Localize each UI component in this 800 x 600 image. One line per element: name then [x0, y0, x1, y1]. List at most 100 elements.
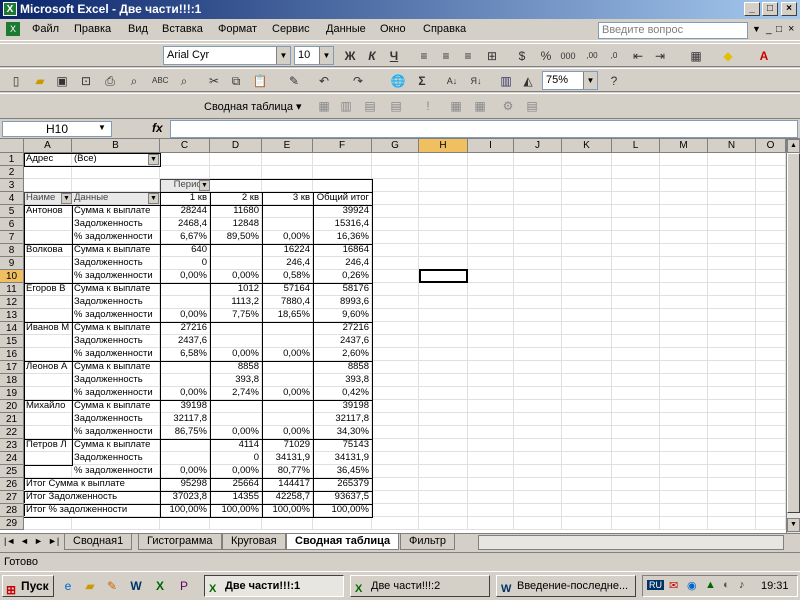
grid-cell[interactable]	[313, 153, 372, 166]
grid-cell[interactable]	[660, 218, 708, 231]
grid-cell[interactable]	[562, 413, 612, 426]
field-list-icon[interactable]: ▤	[524, 98, 540, 114]
grid-cell[interactable]: 2,60%	[313, 348, 372, 361]
grid-cell[interactable]	[562, 309, 612, 322]
grid-cell[interactable]: 0	[210, 452, 262, 465]
grid-cell[interactable]	[708, 231, 756, 244]
grid-cell[interactable]: 144417	[262, 478, 313, 491]
grid-cell[interactable]	[419, 452, 468, 465]
row-header[interactable]: 20	[0, 400, 24, 413]
grid-cell[interactable]	[708, 153, 756, 166]
copy-icon[interactable]: ⧉	[228, 73, 244, 89]
grid-cell[interactable]	[24, 309, 72, 322]
row-header[interactable]: 11	[0, 283, 24, 296]
grid-cell[interactable]	[514, 426, 562, 439]
column-header-d[interactable]: D	[210, 139, 262, 153]
column-header-f[interactable]: F	[313, 139, 372, 153]
row-header[interactable]: 19	[0, 387, 24, 400]
grid-cell[interactable]	[419, 166, 468, 179]
grid-cell[interactable]	[419, 478, 468, 491]
grid-cell[interactable]	[514, 205, 562, 218]
grid-cell[interactable]: Егоров В	[24, 283, 72, 296]
grid-cell[interactable]	[612, 309, 660, 322]
grid-cell[interactable]	[372, 205, 419, 218]
grid-cell[interactable]	[372, 439, 419, 452]
grid-cell[interactable]	[756, 153, 786, 166]
row-header[interactable]: 4	[0, 192, 24, 205]
row-header[interactable]: 22	[0, 426, 24, 439]
print-icon[interactable]: ⎙	[102, 73, 118, 89]
grid-cell[interactable]	[660, 283, 708, 296]
grid-cell[interactable]	[262, 400, 313, 413]
grid-cell[interactable]: 86,75%	[160, 426, 210, 439]
grid-cell[interactable]	[562, 270, 612, 283]
grid-cell[interactable]	[756, 322, 786, 335]
row-header[interactable]: 18	[0, 374, 24, 387]
grid-cell[interactable]	[562, 153, 612, 166]
row-header[interactable]: 12	[0, 296, 24, 309]
undo-icon[interactable]: ↶	[316, 73, 332, 89]
grid-cell[interactable]	[562, 374, 612, 387]
grid-cell[interactable]	[756, 426, 786, 439]
tab-svodnaya1[interactable]: Сводная1	[64, 534, 133, 550]
grid-cell[interactable]	[514, 192, 562, 205]
grid-cell[interactable]	[419, 491, 468, 504]
print-preview-icon[interactable]: ⌕	[126, 73, 142, 89]
grid-cell[interactable]	[24, 374, 72, 387]
sort-descending-icon[interactable]: Я↓	[468, 73, 484, 89]
grid-cell[interactable]	[708, 400, 756, 413]
grid-cell[interactable]	[708, 322, 756, 335]
grid-cell[interactable]	[756, 192, 786, 205]
row-header[interactable]: 28	[0, 504, 24, 517]
grid-cell[interactable]	[262, 335, 313, 348]
grid-cell[interactable]	[160, 452, 210, 465]
grid-cell[interactable]: 34131,9	[313, 452, 372, 465]
grid-cell[interactable]	[468, 322, 514, 335]
grid-cell[interactable]: 0,00%	[262, 231, 313, 244]
grid-cell[interactable]	[708, 348, 756, 361]
next-sheet-icon[interactable]: ►	[34, 536, 43, 546]
grid-cell[interactable]	[160, 439, 210, 452]
grid-cell[interactable]	[612, 257, 660, 270]
grid-cell[interactable]	[562, 387, 612, 400]
tray-icon[interactable]: ◐	[723, 579, 730, 591]
grid-cell[interactable]	[660, 426, 708, 439]
grid-cell[interactable]: 0,00%	[210, 270, 262, 283]
grid-cell[interactable]: 11680	[210, 205, 262, 218]
row-header[interactable]: 5	[0, 205, 24, 218]
grid-cell[interactable]	[372, 465, 419, 478]
grid-cell[interactable]	[262, 374, 313, 387]
tray-icon[interactable]: ✉	[669, 579, 678, 592]
grid-cell[interactable]	[514, 218, 562, 231]
grid-cell[interactable]: 640	[160, 244, 210, 257]
name-field-dropdown[interactable]: ▼	[61, 193, 72, 204]
grid-cell[interactable]	[160, 166, 210, 179]
grid-cell[interactable]	[612, 322, 660, 335]
grid-cell[interactable]	[514, 465, 562, 478]
grid-cell[interactable]	[514, 413, 562, 426]
grid-cell[interactable]	[660, 231, 708, 244]
drawing-icon[interactable]: ◭	[520, 73, 536, 89]
grid-cell[interactable]	[660, 361, 708, 374]
column-header-o[interactable]: O	[756, 139, 786, 153]
grid-cell[interactable]	[660, 387, 708, 400]
grid-cell[interactable]	[372, 192, 419, 205]
grid-cell[interactable]	[660, 244, 708, 257]
grid-cell[interactable]: Сумма к выплате	[72, 283, 160, 296]
grid-cell[interactable]	[419, 465, 468, 478]
grid-cell[interactable]	[514, 452, 562, 465]
grid-cell[interactable]	[72, 166, 160, 179]
grid-cell[interactable]: Общий итог	[313, 192, 372, 205]
grid-cell[interactable]	[24, 218, 72, 231]
grid-cell[interactable]	[468, 231, 514, 244]
grid-cell[interactable]	[372, 335, 419, 348]
grid-cell[interactable]: 3 кв	[262, 192, 313, 205]
merge-center-icon[interactable]: ⊞	[484, 48, 500, 64]
hyperlink-icon[interactable]: 🌐	[390, 73, 406, 89]
grid-cell[interactable]	[514, 361, 562, 374]
menu-tools[interactable]: Сервис	[272, 23, 310, 35]
redo-icon[interactable]: ↷	[350, 73, 366, 89]
grid-cell[interactable]	[468, 153, 514, 166]
column-header-l[interactable]: L	[612, 139, 660, 153]
grid-cell[interactable]	[514, 153, 562, 166]
